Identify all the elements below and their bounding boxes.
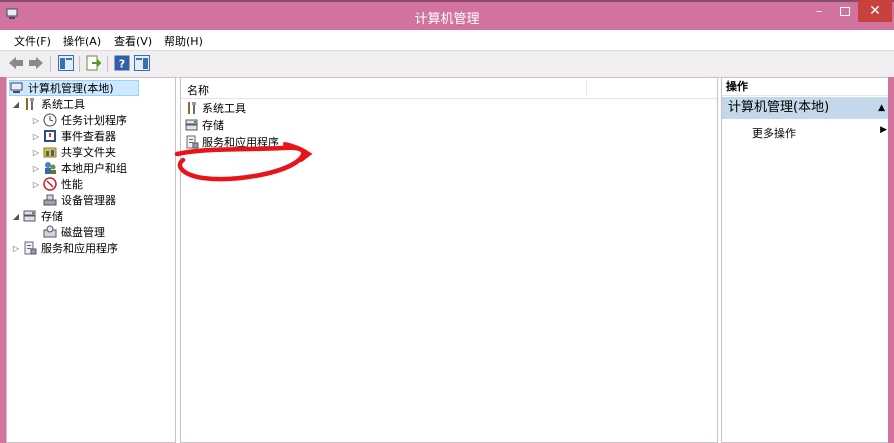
performance-icon xyxy=(43,177,57,191)
menu-bar: 文件(F) 操作(A) 查看(V) 帮助(H) xyxy=(0,30,894,50)
expand-triangle-icon[interactable]: ▷ xyxy=(31,164,41,173)
event-viewer-icon xyxy=(43,129,57,143)
device-manager-icon xyxy=(43,193,57,207)
red-annotation-scribble xyxy=(174,142,313,182)
tree-item-local-users-groups[interactable]: ▷ 本地用户和组 xyxy=(31,160,127,176)
tree-item-label: 服务和应用程序 xyxy=(41,242,118,255)
expand-triangle-icon[interactable]: ▷ xyxy=(31,116,41,125)
toolbar-separator xyxy=(107,56,108,72)
export-list-icon[interactable] xyxy=(86,55,102,71)
column-header-row: 名称 xyxy=(181,78,717,99)
collapse-up-arrow-icon[interactable]: ▲ xyxy=(878,97,885,119)
window-border-right xyxy=(888,77,894,443)
results-pane: 名称 系统工具 存储 服务和应用程序 xyxy=(174,77,718,443)
minimize-icon: – xyxy=(816,4,822,18)
back-arrow-icon[interactable] xyxy=(8,55,24,71)
tree-item-label: 计算机管理(本地) xyxy=(28,82,114,95)
tree-item-label: 本地用户和组 xyxy=(61,162,127,175)
tree-item-device-manager[interactable]: 设备管理器 xyxy=(43,192,116,208)
actions-pane: 操作 计算机管理(本地) ▲ 更多操作 ▶ xyxy=(721,77,894,443)
users-icon xyxy=(43,161,57,175)
svg-text:?: ? xyxy=(119,58,125,71)
title-bar[interactable]: 计算机管理 – ✕ xyxy=(0,0,894,30)
tree-item-computer-management[interactable]: 计算机管理(本地) xyxy=(9,80,139,96)
expand-triangle-icon[interactable]: ▷ xyxy=(31,180,41,189)
collapse-triangle-icon[interactable]: ◢ xyxy=(11,212,21,221)
storage-icon xyxy=(185,118,199,132)
window-title: 计算机管理 xyxy=(414,12,480,27)
menu-view[interactable]: 查看(V) xyxy=(114,33,152,49)
menu-help[interactable]: 帮助(H) xyxy=(164,33,203,49)
toolbar-separator xyxy=(79,56,80,72)
tree-item-label: 任务计划程序 xyxy=(61,114,127,127)
show-hide-console-tree-icon[interactable] xyxy=(58,55,74,71)
tree-item-label: 设备管理器 xyxy=(61,194,116,207)
maximize-icon xyxy=(840,6,850,16)
column-divider[interactable] xyxy=(586,80,587,96)
tree-item-label: 存储 xyxy=(41,210,63,223)
forward-arrow-icon[interactable] xyxy=(28,55,44,71)
close-button[interactable]: ✕ xyxy=(858,0,892,22)
toolbar: ? xyxy=(0,50,894,78)
expand-triangle-icon[interactable]: ▷ xyxy=(11,244,21,253)
tree-item-label: 系统工具 xyxy=(41,98,85,111)
tree-item-performance[interactable]: ▷ 性能 xyxy=(31,176,83,192)
tools-icon xyxy=(185,101,199,115)
tree-item-storage[interactable]: ◢ 存储 xyxy=(11,208,63,224)
expand-triangle-icon[interactable]: ▷ xyxy=(31,132,41,141)
tree-item-event-viewer[interactable]: ▷ 事件查看器 xyxy=(31,128,116,144)
column-header-name[interactable]: 名称 xyxy=(187,82,209,98)
clock-icon xyxy=(43,113,57,127)
show-hide-action-pane-icon[interactable] xyxy=(134,55,150,71)
computer-management-icon xyxy=(10,81,24,95)
list-item-system-tools[interactable]: 系统工具 xyxy=(185,100,246,116)
tree-item-label: 事件查看器 xyxy=(61,130,116,143)
help-icon[interactable]: ? xyxy=(114,55,130,71)
storage-icon xyxy=(23,209,37,223)
maximize-button[interactable] xyxy=(832,0,858,22)
minimize-button[interactable]: – xyxy=(806,0,832,22)
menu-file[interactable]: 文件(F) xyxy=(14,33,51,49)
submenu-arrow-icon[interactable]: ▶ xyxy=(880,125,887,135)
actions-section-computer-management[interactable]: 计算机管理(本地) ▲ xyxy=(722,97,893,119)
more-actions-link[interactable]: 更多操作 xyxy=(752,125,796,141)
top-strip xyxy=(0,0,894,2)
actions-section-label: 计算机管理(本地) xyxy=(728,100,830,115)
toolbar-separator xyxy=(50,56,51,72)
actions-header: 操作 xyxy=(722,78,893,96)
tree-item-services-applications[interactable]: ▷ 服务和应用程序 xyxy=(11,240,118,256)
tree-item-task-scheduler[interactable]: ▷ 任务计划程序 xyxy=(31,112,127,128)
list-item-label: 系统工具 xyxy=(202,102,246,115)
shared-folder-icon xyxy=(43,145,57,159)
tree-item-label: 性能 xyxy=(61,178,83,191)
collapse-triangle-icon[interactable]: ◢ xyxy=(11,100,21,109)
services-icon xyxy=(23,241,37,255)
list-item-label: 存储 xyxy=(202,119,224,132)
console-tree: 计算机管理(本地) ◢ 系统工具 ▷ 任务计划程序 ▷ 事件查看器 ▷ 共享文件… xyxy=(6,77,176,443)
close-icon: ✕ xyxy=(869,3,881,19)
menu-action[interactable]: 操作(A) xyxy=(63,33,101,49)
tools-icon xyxy=(23,97,37,111)
tree-item-disk-management[interactable]: 磁盘管理 xyxy=(43,224,105,240)
list-item-storage[interactable]: 存储 xyxy=(185,117,224,133)
disk-management-icon xyxy=(43,225,57,239)
tree-item-label: 磁盘管理 xyxy=(61,226,105,239)
tree-item-label: 共享文件夹 xyxy=(61,146,116,159)
tree-item-shared-folders[interactable]: ▷ 共享文件夹 xyxy=(31,144,116,160)
tree-item-system-tools[interactable]: ◢ 系统工具 xyxy=(11,96,85,112)
expand-triangle-icon[interactable]: ▷ xyxy=(31,148,41,157)
